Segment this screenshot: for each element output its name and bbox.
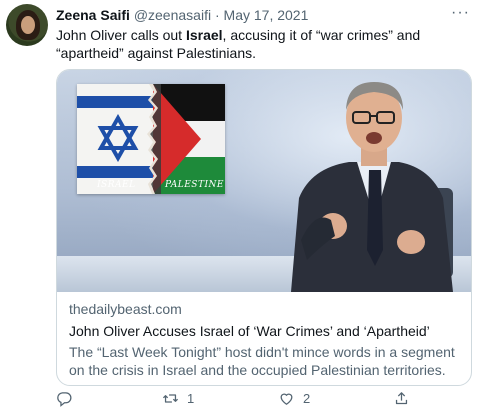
share-icon — [395, 391, 408, 404]
israel-label: ISRAEL — [97, 180, 136, 190]
flags-graphic: ISRAEL PALESTINE — [77, 84, 225, 194]
palestine-flag-triangle — [153, 84, 201, 194]
palestine-label: PALESTINE — [165, 180, 224, 190]
reply-icon — [57, 391, 72, 407]
card-domain: thedailybeast.com — [69, 301, 182, 317]
card-image[interactable]: ISRAEL PALESTINE — [57, 70, 471, 292]
heart-icon — [280, 393, 293, 405]
retweet-button[interactable]: 1 — [162, 389, 194, 407]
star-of-david-icon — [97, 114, 139, 162]
like-button[interactable]: 2 — [278, 389, 310, 407]
avatar[interactable] — [6, 4, 48, 46]
tweet-header: Zeena Saifi @zeenasaifi · May 17, 2021 — [56, 6, 472, 24]
card-body[interactable]: thedailybeast.com John Oliver Accuses Is… — [69, 300, 463, 379]
retweet-count: 1 — [187, 390, 195, 406]
tweet-text-part1: John Oliver calls out — [56, 27, 186, 43]
like-count: 2 — [303, 390, 311, 406]
torn-edge — [147, 84, 161, 194]
palestine-flag — [153, 84, 225, 194]
tweet-text-bold: Israel — [185, 27, 223, 43]
action-bar: 1 2 — [56, 389, 472, 407]
author-handle[interactable]: @zeenasaifi — [134, 7, 211, 23]
more-options-icon[interactable]: ··· — [451, 4, 470, 22]
retweet-icon — [162, 393, 179, 403]
tweet-text: John Oliver calls out Israel, accusing i… — [56, 26, 466, 62]
author-name[interactable]: Zeena Saifi — [56, 7, 130, 23]
link-card[interactable]: ISRAEL PALESTINE thedailybeast.com John … — [56, 69, 472, 386]
share-button[interactable] — [393, 389, 418, 407]
presenter-figure — [291, 82, 453, 292]
tweet[interactable]: Zeena Saifi @zeenasaifi · May 17, 2021 ·… — [0, 0, 482, 407]
card-title[interactable]: John Oliver Accuses Israel of ‘War Crime… — [69, 322, 463, 340]
header-separator: · — [214, 7, 220, 23]
reply-button[interactable] — [56, 389, 81, 407]
card-description: The “Last Week Tonight” host didn't minc… — [69, 344, 455, 378]
tweet-date[interactable]: May 17, 2021 — [224, 7, 309, 23]
avatar-face — [21, 16, 35, 34]
